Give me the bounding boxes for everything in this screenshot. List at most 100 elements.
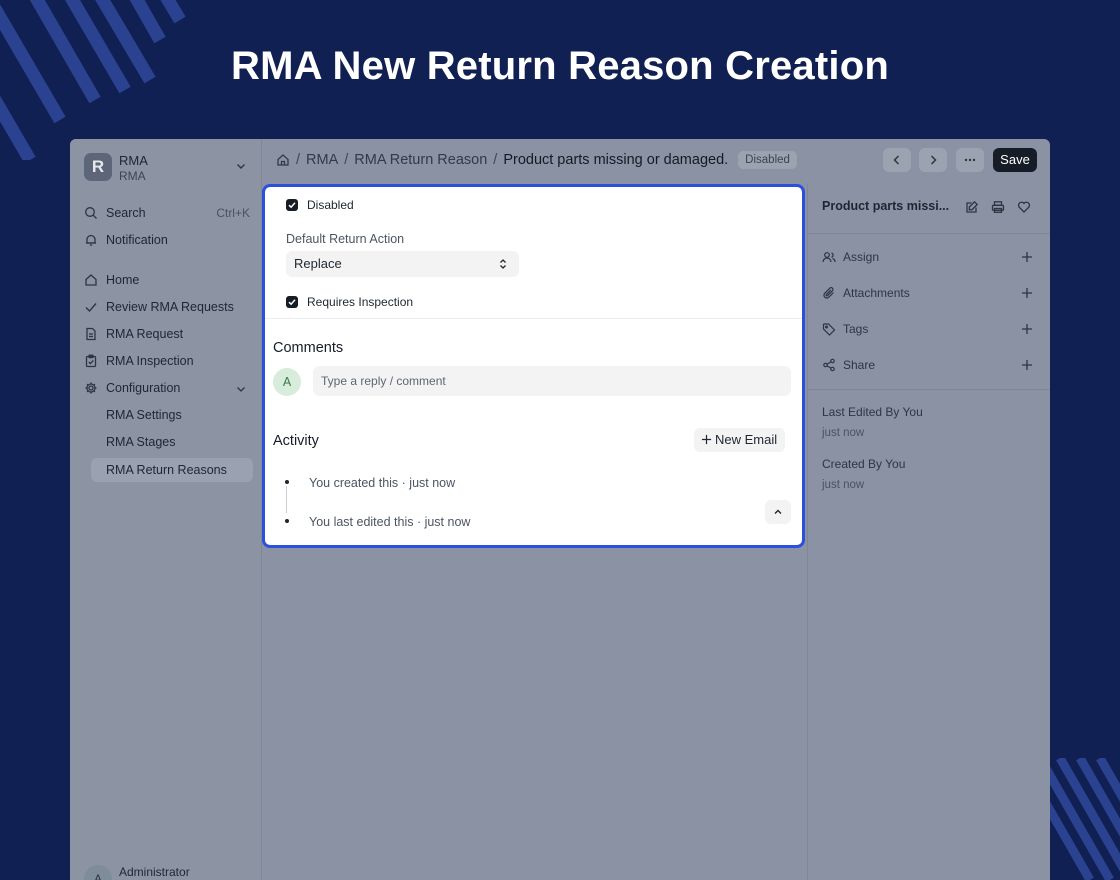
plus-icon	[1022, 288, 1032, 298]
search-shortcut: Ctrl+K	[216, 206, 250, 220]
divider	[808, 389, 1050, 390]
page-title: Product parts missing or damaged.	[503, 152, 729, 168]
workspace-logo: R	[84, 153, 112, 181]
share-label: Share	[843, 358, 876, 372]
decorative-stripes-bottom-right	[1050, 758, 1120, 880]
tags-button[interactable]: Tags	[822, 319, 1034, 339]
checkbox-checked[interactable]	[286, 199, 298, 211]
divider	[265, 318, 802, 319]
created-label: Created By You	[822, 457, 906, 471]
users-icon	[822, 252, 836, 263]
plus-icon	[701, 434, 712, 445]
last-edited-label: Last Edited By You	[822, 405, 923, 419]
page-headline: RMA New Return Reason Creation	[231, 44, 889, 88]
chevron-left-icon	[893, 155, 900, 165]
attachments-label: Attachments	[843, 286, 910, 300]
comments-title: Comments	[273, 340, 344, 356]
divider	[808, 233, 1050, 234]
collapse-button[interactable]	[765, 500, 791, 524]
breadcrumb-separator: /	[296, 152, 301, 168]
search-label: Search	[106, 206, 146, 220]
heart-icon[interactable]	[1017, 200, 1031, 214]
avatar: A	[84, 865, 112, 880]
sidebar-item-label: RMA Request	[106, 327, 184, 341]
file-icon	[86, 327, 96, 341]
plus-icon	[1022, 252, 1032, 262]
disabled-label: Disabled	[307, 198, 354, 212]
edit-icon[interactable]	[965, 200, 979, 214]
sidebar-item-rma-request[interactable]: RMA Request	[84, 322, 250, 346]
sidebar-item-label: Review RMA Requests	[106, 300, 234, 314]
checkmark-icon	[288, 202, 296, 209]
sidebar-item-rma-inspection[interactable]: RMA Inspection	[84, 349, 250, 373]
share-icon	[823, 358, 835, 372]
assign-button[interactable]: Assign	[822, 247, 1034, 267]
user-menu[interactable]: A Administrator	[84, 861, 250, 880]
timeline-line	[286, 486, 287, 513]
assign-label: Assign	[843, 250, 880, 264]
gear-icon	[85, 382, 97, 394]
sidebar-subitem-label: RMA Settings	[106, 408, 182, 422]
search-icon	[85, 207, 97, 219]
breadcrumb-separator: /	[493, 152, 498, 168]
status-badge: Disabled	[738, 151, 797, 169]
sidebar-subitem-rma-stages[interactable]: RMA Stages	[84, 430, 250, 454]
workspace-subtitle: RMA	[119, 169, 146, 183]
attachments-button[interactable]: Attachments	[822, 283, 1034, 303]
new-email-button[interactable]: New Email	[694, 428, 785, 452]
print-icon[interactable]	[991, 200, 1005, 214]
avatar: A	[273, 368, 301, 396]
notification-button[interactable]: Notification	[84, 228, 250, 252]
breadcrumb: / RMA / RMA Return Reason / Product part…	[276, 150, 797, 170]
check-icon	[85, 303, 97, 313]
breadcrumb-item-rma[interactable]: RMA	[306, 152, 338, 168]
select-arrows-icon	[500, 259, 506, 269]
home-icon[interactable]	[276, 153, 290, 167]
new-email-label: New Email	[715, 432, 778, 447]
requires-inspection-label: Requires Inspection	[307, 295, 414, 309]
previous-button[interactable]	[883, 148, 911, 172]
sidebar-item-label: Configuration	[106, 381, 181, 395]
sidebar-subitem-rma-return-reasons[interactable]: RMA Return Reasons	[91, 458, 253, 482]
clipboard-icon	[85, 354, 97, 368]
activity-title: Activity	[273, 433, 319, 449]
chevron-down-icon	[237, 387, 245, 392]
chevron-right-icon	[930, 155, 937, 165]
breadcrumb-separator: /	[344, 152, 349, 168]
activity-entry: You last edited this · just now	[309, 515, 471, 529]
sidebar: R RMA RMA Search Ctrl+K Notification Hom…	[70, 139, 262, 880]
sidebar-subitem-rma-settings[interactable]: RMA Settings	[84, 403, 250, 427]
next-button[interactable]	[919, 148, 947, 172]
more-horizontal-icon	[964, 158, 976, 162]
workspace-title: RMA	[119, 153, 148, 168]
sidebar-item-home[interactable]: Home	[84, 268, 250, 292]
document-title: Product parts missi...	[822, 199, 950, 213]
paperclip-icon	[823, 287, 834, 299]
share-button[interactable]: Share	[822, 355, 1034, 375]
checkbox-checked[interactable]	[286, 296, 298, 308]
notification-label: Notification	[106, 233, 168, 247]
breadcrumb-item-rma-return-reason[interactable]: RMA Return Reason	[354, 152, 487, 168]
sidebar-item-review-rma-requests[interactable]: Review RMA Requests	[84, 295, 250, 319]
search-button[interactable]: Search Ctrl+K	[84, 201, 250, 225]
sidebar-item-label: RMA Inspection	[106, 354, 194, 368]
comment-input[interactable]	[313, 366, 791, 396]
plus-icon	[1022, 360, 1032, 370]
sidebar-item-configuration[interactable]: Configuration	[84, 376, 250, 400]
sidebar-subitem-label: RMA Stages	[106, 435, 176, 449]
more-options-button[interactable]	[956, 148, 984, 172]
workspace-switcher[interactable]: R RMA RMA	[84, 153, 250, 183]
sidebar-item-label: Home	[106, 273, 140, 287]
plus-icon	[1022, 324, 1032, 334]
tags-label: Tags	[843, 322, 869, 336]
save-button[interactable]: Save	[993, 148, 1037, 172]
chevron-up-icon	[774, 509, 782, 514]
right-sidebar: Product parts missi... Assign Attachment…	[807, 183, 1050, 880]
bell-icon	[86, 234, 96, 246]
sidebar-subitem-label: RMA Return Reasons	[106, 463, 227, 477]
created-time: just now	[822, 479, 865, 491]
timeline-dot	[285, 480, 289, 484]
default-return-action-select[interactable]: Replace	[286, 251, 519, 277]
user-name: Administrator	[119, 865, 190, 879]
tag-icon	[822, 323, 836, 336]
